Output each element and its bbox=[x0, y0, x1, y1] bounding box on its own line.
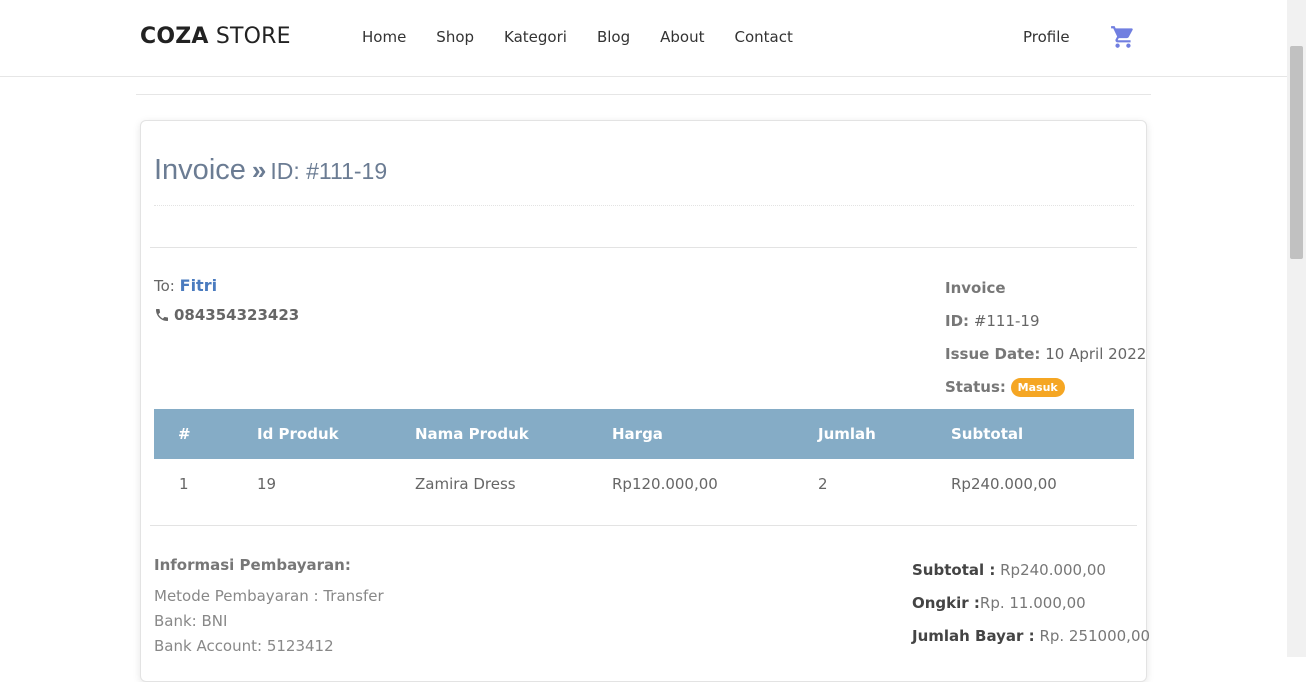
issue-date-label: Issue Date: bbox=[945, 345, 1041, 363]
nav-about[interactable]: About bbox=[660, 28, 704, 46]
double-chevron-right-icon: » bbox=[251, 155, 267, 185]
recipient-label: To: bbox=[154, 277, 175, 295]
site-header: COZA STORE Home Shop Kategori Blog About… bbox=[0, 0, 1287, 77]
header-divider bbox=[136, 94, 1151, 95]
subtotal-label: Subtotal : bbox=[912, 561, 996, 579]
row-jumlah: 2 bbox=[818, 475, 828, 493]
subtotal-value: Rp240.000,00 bbox=[995, 561, 1106, 579]
phone-number: 084354323423 bbox=[174, 306, 300, 324]
jumlah-bayar-value: Rp. 251000,00 bbox=[1034, 627, 1151, 645]
nav-blog[interactable]: Blog bbox=[597, 28, 630, 46]
meta-id-value: #111-19 bbox=[973, 312, 1040, 330]
nav-contact[interactable]: Contact bbox=[734, 28, 792, 46]
table-divider bbox=[150, 525, 1137, 526]
payment-info: Informasi Pembayaran: Metode Pembayaran … bbox=[154, 553, 384, 659]
row-no: 1 bbox=[179, 475, 189, 493]
status-label: Status: bbox=[945, 378, 1006, 396]
page-scrollbar[interactable] bbox=[1287, 0, 1306, 657]
recipient-phone: 084354323423 bbox=[154, 306, 299, 324]
payment-method: Metode Pembayaran : Transfer bbox=[154, 587, 384, 605]
invoice-totals: Subtotal : Rp240.000,00 Ongkir :Rp. 11.0… bbox=[912, 561, 1150, 660]
nav-shop[interactable]: Shop bbox=[436, 28, 474, 46]
shopping-cart-icon[interactable] bbox=[1110, 24, 1136, 50]
payment-account: Bank Account: 5123412 bbox=[154, 637, 334, 655]
row-harga: Rp120.000,00 bbox=[612, 475, 718, 493]
invoice-heading: Invoice» ID: #111-19 bbox=[154, 154, 387, 187]
row-subtotal: Rp240.000,00 bbox=[951, 475, 1057, 493]
row-nama-produk: Zamira Dress bbox=[415, 475, 516, 493]
phone-icon bbox=[156, 309, 168, 321]
invoice-id-heading: ID: #111-19 bbox=[270, 158, 388, 184]
col-id-produk: Id Produk bbox=[257, 425, 339, 443]
ongkir-label: Ongkir : bbox=[912, 594, 980, 612]
section-divider bbox=[150, 247, 1137, 248]
main-nav: Home Shop Kategori Blog About Contact bbox=[362, 28, 823, 46]
meta-id-label: ID: bbox=[945, 312, 970, 330]
col-no: # bbox=[178, 425, 191, 443]
invoice-meta: Invoice ID: #111-19 Issue Date: 10 April… bbox=[945, 279, 1146, 411]
nav-kategori[interactable]: Kategori bbox=[504, 28, 567, 46]
scrollbar-thumb[interactable] bbox=[1290, 46, 1303, 259]
title-divider bbox=[154, 205, 1134, 206]
invoice-title: Invoice bbox=[154, 154, 246, 186]
recipient: To: Fitri bbox=[154, 276, 217, 295]
col-jumlah: Jumlah bbox=[818, 425, 876, 443]
recipient-name: Fitri bbox=[179, 276, 218, 295]
status-badge: Masuk bbox=[1010, 378, 1065, 397]
row-id-produk: 19 bbox=[257, 475, 277, 493]
nav-home[interactable]: Home bbox=[362, 28, 406, 46]
invoice-table: # Id Produk Nama Produk Harga Jumlah Sub… bbox=[154, 409, 1134, 509]
jumlah-bayar-label: Jumlah Bayar : bbox=[912, 627, 1035, 645]
table-header: # Id Produk Nama Produk Harga Jumlah Sub… bbox=[154, 409, 1134, 459]
payment-title: Informasi Pembayaran: bbox=[154, 556, 351, 574]
profile-link[interactable]: Profile bbox=[1023, 28, 1070, 46]
payment-bank: Bank: BNI bbox=[154, 612, 228, 630]
invoice-card: Invoice» ID: #111-19 To: Fitri 0843543234… bbox=[140, 120, 1150, 682]
col-harga: Harga bbox=[612, 425, 663, 443]
table-row: 1 19 Zamira Dress Rp120.000,00 2 Rp240.0… bbox=[154, 459, 1134, 509]
meta-title: Invoice bbox=[945, 279, 1006, 297]
ongkir-value: Rp. 11.000,00 bbox=[979, 594, 1086, 612]
col-nama-produk: Nama Produk bbox=[415, 425, 529, 443]
col-subtotal: Subtotal bbox=[951, 425, 1024, 443]
issue-date-value: 10 April 2022 bbox=[1045, 345, 1147, 363]
store-logo[interactable]: COZA STORE bbox=[140, 24, 291, 49]
